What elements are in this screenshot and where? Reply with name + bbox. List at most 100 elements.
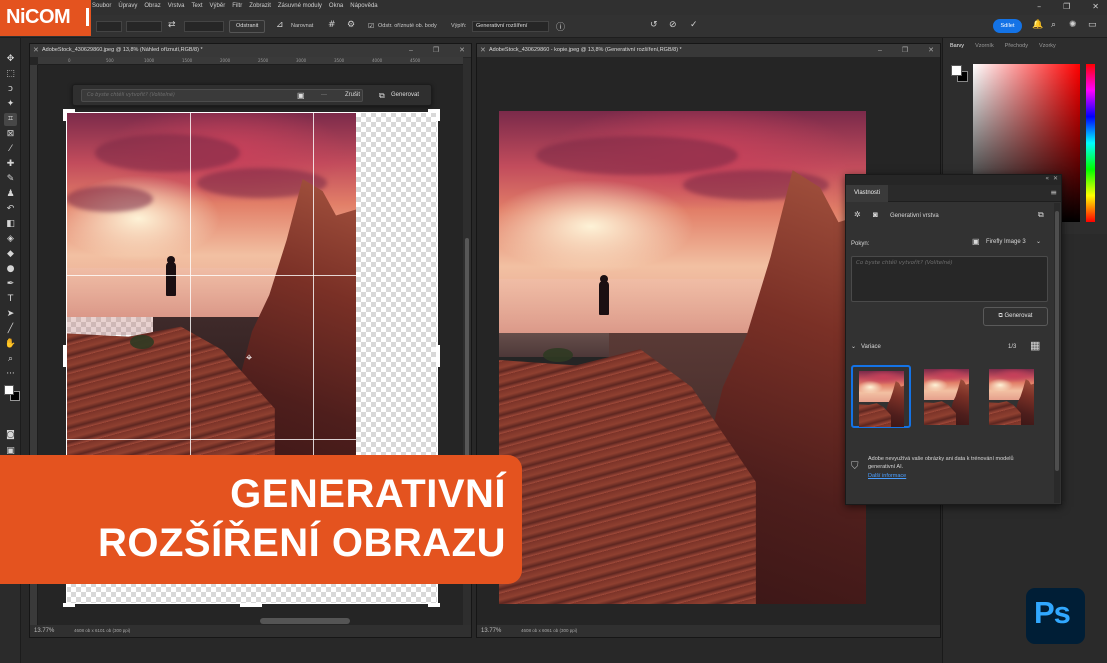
ratio-select[interactable] bbox=[96, 21, 122, 32]
gear-icon[interactable]: ⚙ bbox=[347, 20, 355, 30]
eyedropper-icon[interactable]: ⁄ bbox=[4, 143, 17, 156]
close-icon[interactable]: ✕ bbox=[1092, 2, 1099, 11]
crop-handle-side[interactable] bbox=[436, 345, 440, 367]
variation-thumbnail-3[interactable] bbox=[983, 365, 1043, 428]
menu-item[interactable]: Okna bbox=[329, 3, 343, 9]
close-tab-icon[interactable]: ✕ bbox=[480, 44, 486, 57]
delete-cropped-label[interactable]: Odstr. oříznuté ob. body bbox=[378, 23, 437, 29]
minimize-icon[interactable]: – bbox=[409, 44, 413, 57]
prompt-textarea[interactable]: Co byste chtěli vytvořit? (Volitelné) bbox=[851, 256, 1048, 302]
path-select-icon[interactable]: ➤ bbox=[4, 308, 17, 321]
menu-item[interactable]: Soubor bbox=[92, 3, 111, 9]
grid-view-icon[interactable]: ▦ bbox=[1030, 339, 1040, 352]
swap-icon[interactable]: ⇄ bbox=[168, 20, 176, 30]
menu-item[interactable]: Vrstva bbox=[168, 3, 185, 9]
horizontal-scrollbar[interactable] bbox=[260, 618, 350, 624]
hand-tool-icon[interactable]: ✋ bbox=[4, 338, 17, 351]
workspace-icon[interactable]: ▭ bbox=[1088, 20, 1097, 30]
menu-item[interactable]: Obraz bbox=[144, 3, 160, 9]
brightness-icon[interactable]: ✺ bbox=[1069, 20, 1077, 30]
restore-icon[interactable]: ❐ bbox=[433, 44, 439, 57]
fill-select[interactable]: Generativní rozšíření bbox=[472, 21, 549, 32]
frame-tool-icon[interactable]: ⊠ bbox=[4, 128, 17, 141]
restore-icon[interactable]: ❐ bbox=[1063, 2, 1070, 11]
crop-tool-icon[interactable]: ⌗ bbox=[4, 113, 17, 126]
eraser-icon[interactable]: ◧ bbox=[4, 218, 17, 231]
reset-icon[interactable]: ↺ bbox=[650, 20, 658, 30]
firefly-icon[interactable]: ▣ bbox=[297, 89, 305, 102]
properties-tab[interactable]: Vlastnosti bbox=[846, 185, 888, 202]
panel-menu-icon[interactable]: ≡ bbox=[1050, 188, 1057, 197]
crop-handle-corner[interactable] bbox=[428, 603, 440, 607]
crop-handle-corner[interactable] bbox=[63, 603, 75, 607]
straighten-icon[interactable]: ⊿ bbox=[276, 20, 284, 30]
document-tab-right[interactable]: ✕ AdobeStock_430629860 - kopie.jpeg @ 13… bbox=[477, 44, 940, 57]
menu-item[interactable]: Úpravy bbox=[118, 3, 137, 9]
pen-tool-icon[interactable]: ✒ bbox=[4, 278, 17, 291]
crop-handle-side[interactable] bbox=[240, 603, 262, 607]
type-tool-icon[interactable]: T bbox=[4, 293, 17, 306]
share-button[interactable]: Sdílet bbox=[993, 19, 1022, 33]
zoom-level[interactable]: 13.77% bbox=[481, 628, 501, 634]
restore-icon[interactable]: ❐ bbox=[902, 44, 908, 57]
move-tool-icon[interactable]: ✥ bbox=[4, 53, 17, 66]
crop-handle-side[interactable] bbox=[63, 345, 67, 367]
info-icon[interactable]: ⓘ bbox=[556, 20, 565, 33]
crop-handle-corner[interactable] bbox=[63, 109, 67, 121]
stamp-tool-icon[interactable]: ♟ bbox=[4, 188, 17, 201]
more-options-icon[interactable]: ··· bbox=[321, 89, 327, 102]
zoom-tool-icon[interactable]: ⌕ bbox=[4, 353, 17, 366]
healing-brush-icon[interactable]: ✚ bbox=[4, 158, 17, 171]
generate-button[interactable]: ⧉ Generovat bbox=[983, 307, 1048, 326]
menu-item[interactable]: Text bbox=[192, 3, 203, 9]
history-brush-icon[interactable]: ↶ bbox=[4, 203, 17, 216]
close-icon[interactable]: ✕ bbox=[1053, 175, 1058, 182]
foreground-background-swatch[interactable] bbox=[951, 65, 969, 83]
color-panel-tab[interactable]: Barvy bbox=[950, 43, 964, 55]
variation-thumbnail-1[interactable] bbox=[851, 365, 911, 428]
close-icon[interactable]: ✕ bbox=[928, 44, 934, 57]
document-tab-left[interactable]: ✕ AdobeStock_430629860.jpeg @ 13,8% (Náh… bbox=[30, 44, 471, 57]
cancel-icon[interactable]: ⊘ bbox=[669, 20, 677, 30]
panel-scrollbar[interactable] bbox=[1054, 203, 1060, 503]
menu-item[interactable]: Zásuvné moduly bbox=[278, 3, 322, 9]
layer-link-icon[interactable]: ⧉ bbox=[1038, 210, 1044, 220]
blur-tool-icon[interactable]: ◆ bbox=[4, 248, 17, 261]
color-panel-tab[interactable]: Vzorky bbox=[1039, 43, 1056, 55]
width-field[interactable] bbox=[126, 21, 162, 32]
marquee-tool-icon[interactable]: ⬚ bbox=[4, 68, 17, 81]
height-field[interactable] bbox=[184, 21, 224, 32]
chevron-down-icon[interactable]: ⌄ bbox=[851, 343, 856, 350]
menu-item[interactable]: Nápověda bbox=[350, 3, 377, 9]
color-panel-tab[interactable]: Vzorník bbox=[975, 43, 994, 55]
magic-wand-icon[interactable]: ✦ bbox=[4, 98, 17, 111]
menu-item[interactable]: Filtr bbox=[232, 3, 242, 9]
brush-tool-icon[interactable]: ✎ bbox=[4, 173, 17, 186]
paint-bucket-icon[interactable]: ◈ bbox=[4, 233, 17, 246]
zoom-level[interactable]: 13.77% bbox=[34, 628, 54, 634]
color-swatches[interactable] bbox=[4, 385, 20, 401]
color-panel-tab[interactable]: Přechody bbox=[1005, 43, 1028, 55]
collapse-icon[interactable]: « bbox=[1045, 175, 1049, 182]
more-info-link[interactable]: Další informace bbox=[868, 473, 906, 479]
more-tools-icon[interactable]: ··· bbox=[4, 368, 17, 381]
crop-handle-corner[interactable] bbox=[436, 109, 440, 121]
quick-mask-icon[interactable]: ◙ bbox=[4, 429, 17, 442]
cancel-button[interactable]: Zrušit bbox=[345, 89, 360, 102]
bell-icon[interactable]: 🔔 bbox=[1032, 20, 1043, 30]
dodge-tool-icon[interactable]: ● bbox=[4, 263, 17, 276]
model-select[interactable]: Firefly Image 3 bbox=[986, 239, 1026, 245]
checkbox-icon[interactable]: ☑ bbox=[368, 22, 374, 30]
menu-item[interactable]: Zobrazit bbox=[249, 3, 271, 9]
variation-thumbnail-2[interactable] bbox=[918, 365, 978, 428]
delete-button[interactable]: Odstranit bbox=[229, 20, 266, 33]
chevron-down-icon[interactable]: ⌄ bbox=[1036, 238, 1041, 245]
minimize-icon[interactable]: – bbox=[878, 44, 882, 57]
generate-button[interactable]: Generovat bbox=[391, 89, 419, 102]
straighten-label[interactable]: Narovnat bbox=[291, 23, 313, 29]
minimize-icon[interactable]: – bbox=[1037, 2, 1041, 11]
close-icon[interactable]: ✕ bbox=[459, 44, 465, 57]
canvas-photo-right[interactable] bbox=[499, 111, 866, 604]
hue-slider[interactable] bbox=[1086, 64, 1095, 222]
line-tool-icon[interactable]: ╱ bbox=[4, 323, 17, 336]
